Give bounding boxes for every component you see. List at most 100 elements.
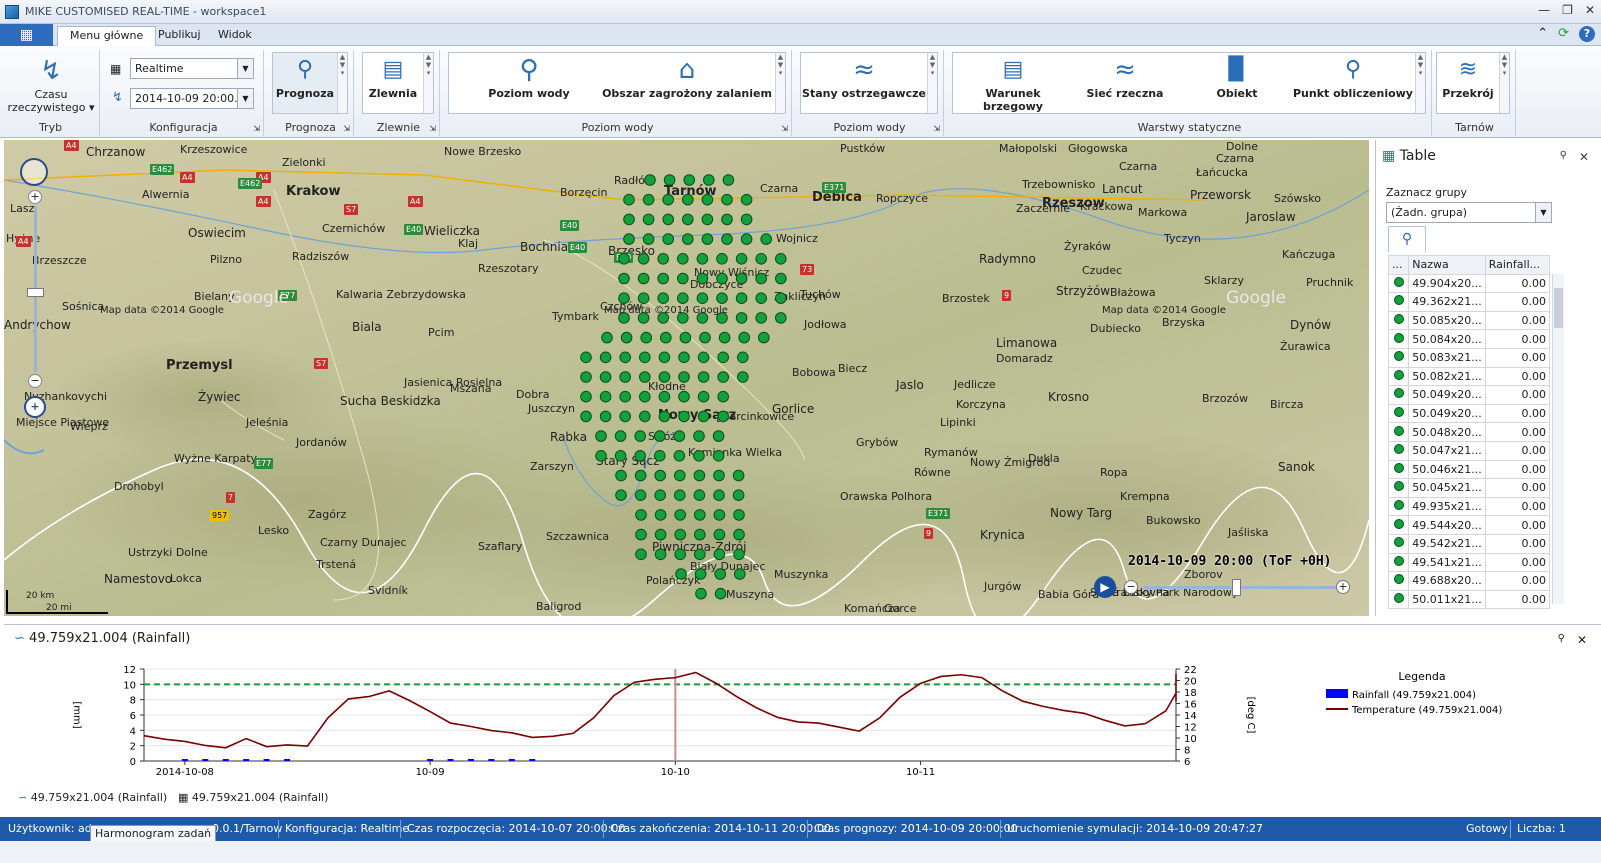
calc-point-marker[interactable] xyxy=(674,509,687,521)
calc-point-marker[interactable] xyxy=(623,193,635,206)
calc-point-marker[interactable] xyxy=(733,548,745,561)
calc-points-layer[interactable] xyxy=(4,140,1369,616)
pin-icon[interactable]: ⚲ xyxy=(1560,150,1567,164)
calc-point-marker[interactable] xyxy=(697,351,710,364)
calc-point-marker[interactable] xyxy=(732,469,745,482)
calc-point-marker[interactable] xyxy=(634,430,647,442)
table-row[interactable]: 50.083x21... 0.00 xyxy=(1387,347,1551,368)
gallery-scroll[interactable]: ▲ ▼ ▾ xyxy=(775,53,785,113)
calc-point-marker[interactable] xyxy=(733,509,745,521)
calc-point-marker[interactable] xyxy=(657,253,670,265)
close-icon[interactable]: ✕ xyxy=(1585,3,1595,17)
dialog-launcher-icon[interactable]: ⇲ xyxy=(429,124,436,133)
calc-point-marker[interactable] xyxy=(740,213,753,226)
calc-point-marker[interactable] xyxy=(623,213,635,226)
calc-point-marker[interactable] xyxy=(599,351,612,364)
calc-point-marker[interactable] xyxy=(658,351,671,364)
play-button[interactable]: ▶ xyxy=(1094,576,1116,598)
calc-point-marker[interactable] xyxy=(735,272,748,285)
calc-point-marker[interactable] xyxy=(735,253,748,265)
calc-point-marker[interactable] xyxy=(755,253,768,265)
calc-point-marker[interactable] xyxy=(712,450,725,462)
poziom-wody-button[interactable]: ⚲ Poziom wody xyxy=(469,53,589,100)
table-row[interactable]: 50.084x20... 0.00 xyxy=(1387,329,1551,349)
gallery-scroll[interactable]: ▲ ▼ ▾ xyxy=(1415,53,1425,113)
timeseries-chart[interactable]: 02468101268101214161820222014-10-08 10-09… xyxy=(4,625,1601,785)
calc-point-marker[interactable] xyxy=(718,331,731,344)
calc-point-marker[interactable] xyxy=(678,351,690,364)
calc-point-marker[interactable] xyxy=(662,193,675,206)
dialog-launcher-icon[interactable]: ⇲ xyxy=(933,124,940,133)
calc-point-marker[interactable] xyxy=(635,548,647,561)
calc-point-marker[interactable] xyxy=(673,450,686,462)
calc-point-marker[interactable] xyxy=(737,371,749,383)
calc-point-marker[interactable] xyxy=(619,390,632,403)
zlewnia-button[interactable]: ▤ Zlewnia xyxy=(363,53,423,100)
calc-point-marker[interactable] xyxy=(722,174,735,186)
calc-point-marker[interactable] xyxy=(654,509,667,521)
cross-section-button[interactable]: ≋ Przekrój xyxy=(1437,53,1499,100)
calc-point-marker[interactable] xyxy=(713,469,725,482)
restore-icon[interactable]: ❐ xyxy=(1562,3,1573,17)
calc-point-marker[interactable] xyxy=(637,272,650,285)
tab-menu-glowne[interactable]: Menu główne xyxy=(57,26,157,46)
calc-point-marker[interactable] xyxy=(618,253,630,265)
tab-map-points[interactable]: ⚲ xyxy=(1388,226,1426,252)
table-row[interactable]: 50.082x21... 0.00 xyxy=(1387,366,1551,387)
calc-point-marker[interactable] xyxy=(657,292,670,304)
calc-point-marker[interactable] xyxy=(717,371,730,383)
calc-point-marker[interactable] xyxy=(697,371,710,383)
calc-point-marker[interactable] xyxy=(614,450,627,462)
tab-widok[interactable]: Widok xyxy=(206,26,264,46)
calc-point-marker[interactable] xyxy=(619,371,632,383)
calc-point-marker[interactable] xyxy=(654,469,667,482)
time-forward-button[interactable]: + xyxy=(1336,580,1350,594)
calc-point-marker[interactable] xyxy=(678,390,690,403)
gallery-scroll[interactable]: ▲ ▼ ▾ xyxy=(423,53,433,113)
calc-point-marker[interactable] xyxy=(694,548,706,561)
forecast-date-select[interactable]: 2014-10-09 20:00... ▼ xyxy=(130,88,254,109)
calc-point-marker[interactable] xyxy=(639,371,651,383)
calc-point-marker[interactable] xyxy=(701,193,714,206)
calc-point-marker[interactable] xyxy=(634,450,647,462)
gallery-scroll[interactable]: ▲ ▼ ▾ xyxy=(927,53,937,113)
calc-point-marker[interactable] xyxy=(775,292,787,304)
table-row[interactable]: 50.049x20... 0.00 xyxy=(1387,385,1551,405)
calc-point-marker[interactable] xyxy=(634,469,647,482)
calc-point-marker[interactable] xyxy=(696,272,709,285)
calc-point-marker[interactable] xyxy=(673,430,686,442)
table-row[interactable]: 49.544x20... 0.00 xyxy=(1387,515,1551,535)
calc-point-marker[interactable] xyxy=(713,528,726,541)
calc-point-marker[interactable] xyxy=(674,489,686,502)
chart-tab-table[interactable]: ▦ 49.759x21.004 (Rainfall) xyxy=(178,791,328,804)
calc-point-marker[interactable] xyxy=(694,528,706,541)
calc-point-marker[interactable] xyxy=(654,450,666,462)
table-row[interactable]: 50.047x21... 0.00 xyxy=(1387,440,1551,461)
calc-point-marker[interactable] xyxy=(635,509,647,521)
calc-point-marker[interactable] xyxy=(738,331,751,344)
calc-point-marker[interactable] xyxy=(639,351,651,364)
calc-point-marker[interactable] xyxy=(580,371,592,383)
calc-point-marker[interactable] xyxy=(713,509,726,521)
mode-select[interactable]: Realtime ▼ xyxy=(130,58,254,79)
calc-point-marker[interactable] xyxy=(618,272,630,285)
calc-point-marker[interactable] xyxy=(635,528,647,541)
calc-point-marker[interactable] xyxy=(614,430,627,442)
calc-point-marker[interactable] xyxy=(697,390,710,403)
calc-point-marker[interactable] xyxy=(595,430,607,442)
table-row[interactable]: 50.048x20... 0.00 xyxy=(1387,422,1551,442)
calc-point-marker[interactable] xyxy=(640,331,653,344)
calc-point-marker[interactable] xyxy=(677,253,689,265)
table-row[interactable]: 49.542x21... 0.00 xyxy=(1387,533,1551,554)
calc-point-marker[interactable] xyxy=(714,587,727,600)
calc-point-marker[interactable] xyxy=(595,450,607,462)
calc-point-marker[interactable] xyxy=(717,351,730,364)
calc-point-marker[interactable] xyxy=(775,272,787,285)
calc-point-marker[interactable] xyxy=(642,193,655,206)
calc-point-marker[interactable] xyxy=(682,193,694,206)
zoom-slider-handle[interactable] xyxy=(27,288,44,297)
calc-point-marker[interactable] xyxy=(654,548,667,561)
calc-point-marker[interactable] xyxy=(716,272,728,285)
calc-point-marker[interactable] xyxy=(658,410,671,423)
calc-point-marker[interactable] xyxy=(620,331,633,344)
